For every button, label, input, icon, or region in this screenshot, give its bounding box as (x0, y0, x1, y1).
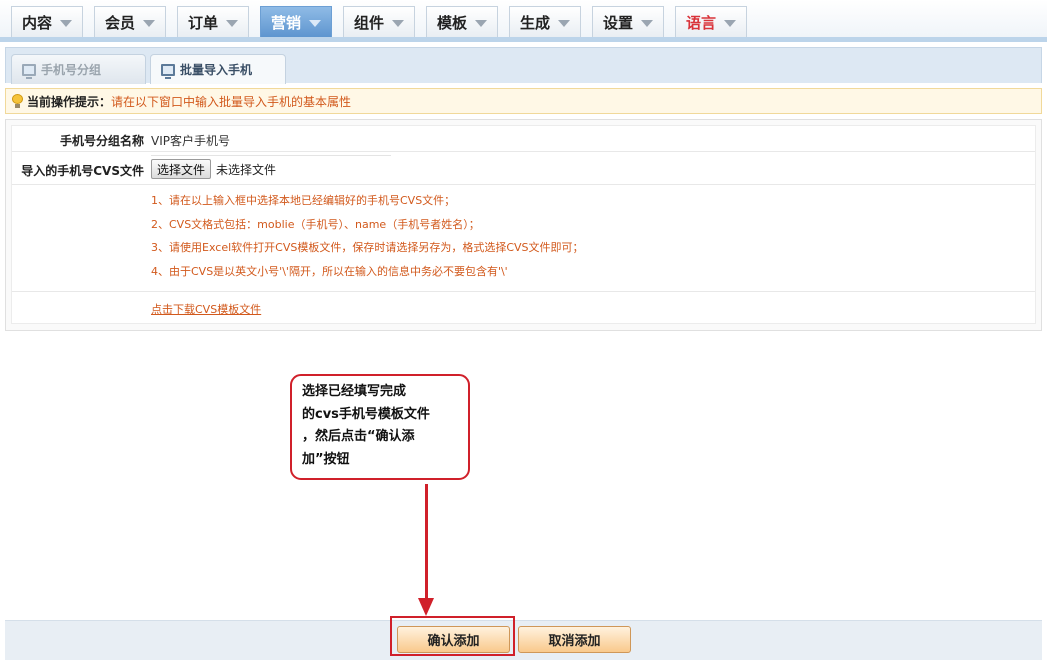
subtab-batch-import[interactable]: 批量导入手机 (150, 54, 286, 84)
form-table: 手机号分组名称 VIP客户手机号 导入的手机号CVS文件 选择文件 未选择文件 … (11, 125, 1036, 324)
nav-tab-language[interactable]: 语言 (675, 6, 747, 37)
confirm-add-button[interactable]: 确认添加 (397, 626, 510, 653)
chevron-down-icon (309, 19, 321, 27)
download-template-link[interactable]: 点击下载CVS模板文件 (151, 301, 261, 317)
nav-tab-members[interactable]: 会员 (94, 6, 166, 37)
chevron-down-icon (392, 19, 404, 27)
chevron-down-icon (226, 19, 238, 27)
group-name-label: 手机号分组名称 (59, 134, 144, 148)
nav-tab-content[interactable]: 内容 (11, 6, 83, 37)
file-label: 导入的手机号CVS文件 (21, 164, 144, 178)
nav-tab-components[interactable]: 组件 (343, 6, 415, 37)
input-underline (151, 155, 391, 156)
nav-tab-generate[interactable]: 生成 (509, 6, 581, 37)
top-nav: 内容 会员 订单 营销 组件 模板 生成 设置 语言 (0, 0, 1047, 42)
monitor-icon (161, 63, 175, 79)
callout-line: 的cvs手机号模板文件 (302, 406, 430, 422)
tip-label: 当前操作提示： (27, 94, 112, 109)
callout-line: ，然后点击“确认添 (302, 429, 415, 444)
nav-tab-marketing[interactable]: 营销 (260, 6, 332, 37)
annotation-callout: 选择已经填写完成 的cvs手机号模板文件 ，然后点击“确认添 加”按钮 (290, 374, 470, 480)
cancel-add-button[interactable]: 取消添加 (518, 626, 631, 653)
callout-line: 选择已经填写完成 (302, 384, 407, 399)
chevron-down-icon (60, 19, 72, 27)
note-item: 1、请在以上输入框中选择本地已经编辑好的手机号CVS文件； (151, 194, 456, 207)
chevron-down-icon (475, 19, 487, 27)
note-item: 3、请使用Excel软件打开CVS模板文件，保存时请选择另存为，格式选择CVS文… (151, 241, 584, 254)
file-status: 未选择文件 (216, 162, 277, 177)
nav-tab-templates[interactable]: 模板 (426, 6, 498, 37)
chevron-down-icon (558, 19, 570, 27)
subtab-phone-groups[interactable]: 手机号分组 (11, 54, 146, 84)
nav-baseline (0, 37, 1047, 42)
annotation-arrow-line (425, 484, 428, 601)
group-name-value: VIP客户手机号 (151, 134, 230, 148)
annotation-arrow-head (418, 598, 434, 616)
chevron-down-icon (724, 19, 736, 27)
chevron-down-icon (143, 19, 155, 27)
operation-tip: 当前操作提示： 请在以下窗口中输入批量导入手机的基本属性 (5, 88, 1042, 114)
instruction-notes: 1、请在以上输入框中选择本地已经编辑好的手机号CVS文件； 2、CVS文格式包括… (151, 194, 584, 288)
monitor-icon (22, 63, 36, 79)
note-item: 4、由于CVS是以英文小号'\'隔开，所以在输入的信息中务必不要包含有'\' (151, 264, 508, 278)
nav-tab-settings[interactable]: 设置 (592, 6, 664, 37)
choose-file-button[interactable]: 选择文件 (151, 159, 212, 179)
note-item: 2、CVS文格式包括：moblie（手机号）、name（手机号者姓名）； (151, 217, 480, 231)
form-row-file: 导入的手机号CVS文件 选择文件 未选择文件 (12, 152, 1035, 185)
callout-line: 加”按钮 (302, 451, 350, 467)
chevron-down-icon (641, 19, 653, 27)
lightbulb-icon (12, 94, 23, 108)
nav-tab-orders[interactable]: 订单 (177, 6, 249, 37)
file-input: 选择文件 未选择文件 (151, 159, 276, 179)
form-row-download: 点击下载CVS模板文件 (12, 292, 1035, 324)
tip-text: 请在以下窗口中输入批量导入手机的基本属性 (111, 94, 352, 109)
form-row-group-name: 手机号分组名称 VIP客户手机号 (12, 126, 1035, 152)
subtab-bar: 手机号分组 批量导入手机 (5, 47, 1042, 84)
form-panel: 手机号分组名称 VIP客户手机号 导入的手机号CVS文件 选择文件 未选择文件 … (5, 119, 1042, 331)
form-row-notes: 1、请在以上输入框中选择本地已经编辑好的手机号CVS文件； 2、CVS文格式包括… (12, 185, 1035, 292)
